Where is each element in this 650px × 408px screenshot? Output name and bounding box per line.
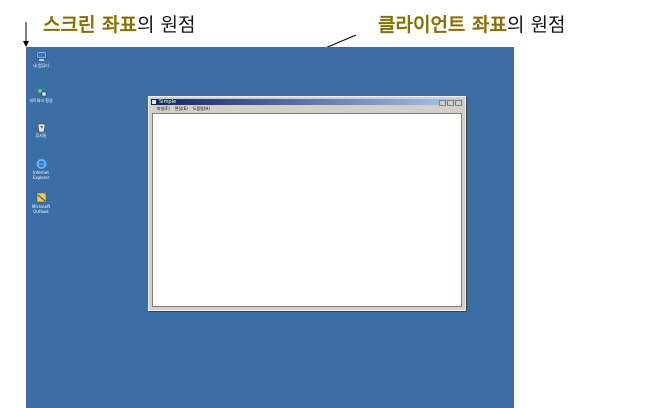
desktop: 내 컴퓨터 네트워크 환경 휴지통 Internet Explorer Micr… bbox=[26, 47, 514, 408]
computer-icon bbox=[36, 51, 47, 62]
desktop-icon-internet-explorer[interactable]: Internet Explorer bbox=[28, 159, 54, 180]
desktop-icon-label: 네트워크 환경 bbox=[29, 98, 53, 103]
desktop-icon-label: 휴지통 bbox=[35, 133, 47, 138]
desktop-icon-label: Microsoft Outlook bbox=[31, 204, 51, 214]
window-title: Simple bbox=[159, 99, 177, 105]
menu-item-help[interactable]: 도움말(H) bbox=[193, 106, 210, 112]
desktop-icon-label: 내 컴퓨터 bbox=[33, 63, 49, 68]
menu-item-file[interactable]: 파일(F) bbox=[157, 106, 170, 112]
app-icon bbox=[152, 100, 156, 104]
internet-explorer-icon bbox=[36, 159, 47, 169]
title-bar[interactable]: Simple bbox=[151, 99, 463, 106]
client-area[interactable] bbox=[152, 113, 462, 307]
outlook-icon bbox=[36, 192, 47, 203]
desktop-icon-my-computer[interactable]: 내 컴퓨터 bbox=[28, 51, 54, 68]
simple-window[interactable]: Simple 파일(F) 편집(E) 도움말(H) bbox=[148, 96, 466, 311]
menu-item-edit[interactable]: 편집(E) bbox=[175, 106, 188, 112]
desktop-icon-label: Internet Explorer bbox=[32, 170, 50, 180]
desktop-icon-recycle-bin[interactable]: 휴지통 bbox=[28, 122, 54, 138]
desktop-icon-network[interactable]: 네트워크 환경 bbox=[28, 87, 54, 103]
menu-bar: 파일(F) 편집(E) 도움말(H) bbox=[151, 106, 463, 112]
network-icon bbox=[36, 87, 47, 97]
desktop-icon-outlook[interactable]: Microsoft Outlook bbox=[28, 192, 54, 214]
recycle-bin-icon bbox=[36, 122, 47, 133]
